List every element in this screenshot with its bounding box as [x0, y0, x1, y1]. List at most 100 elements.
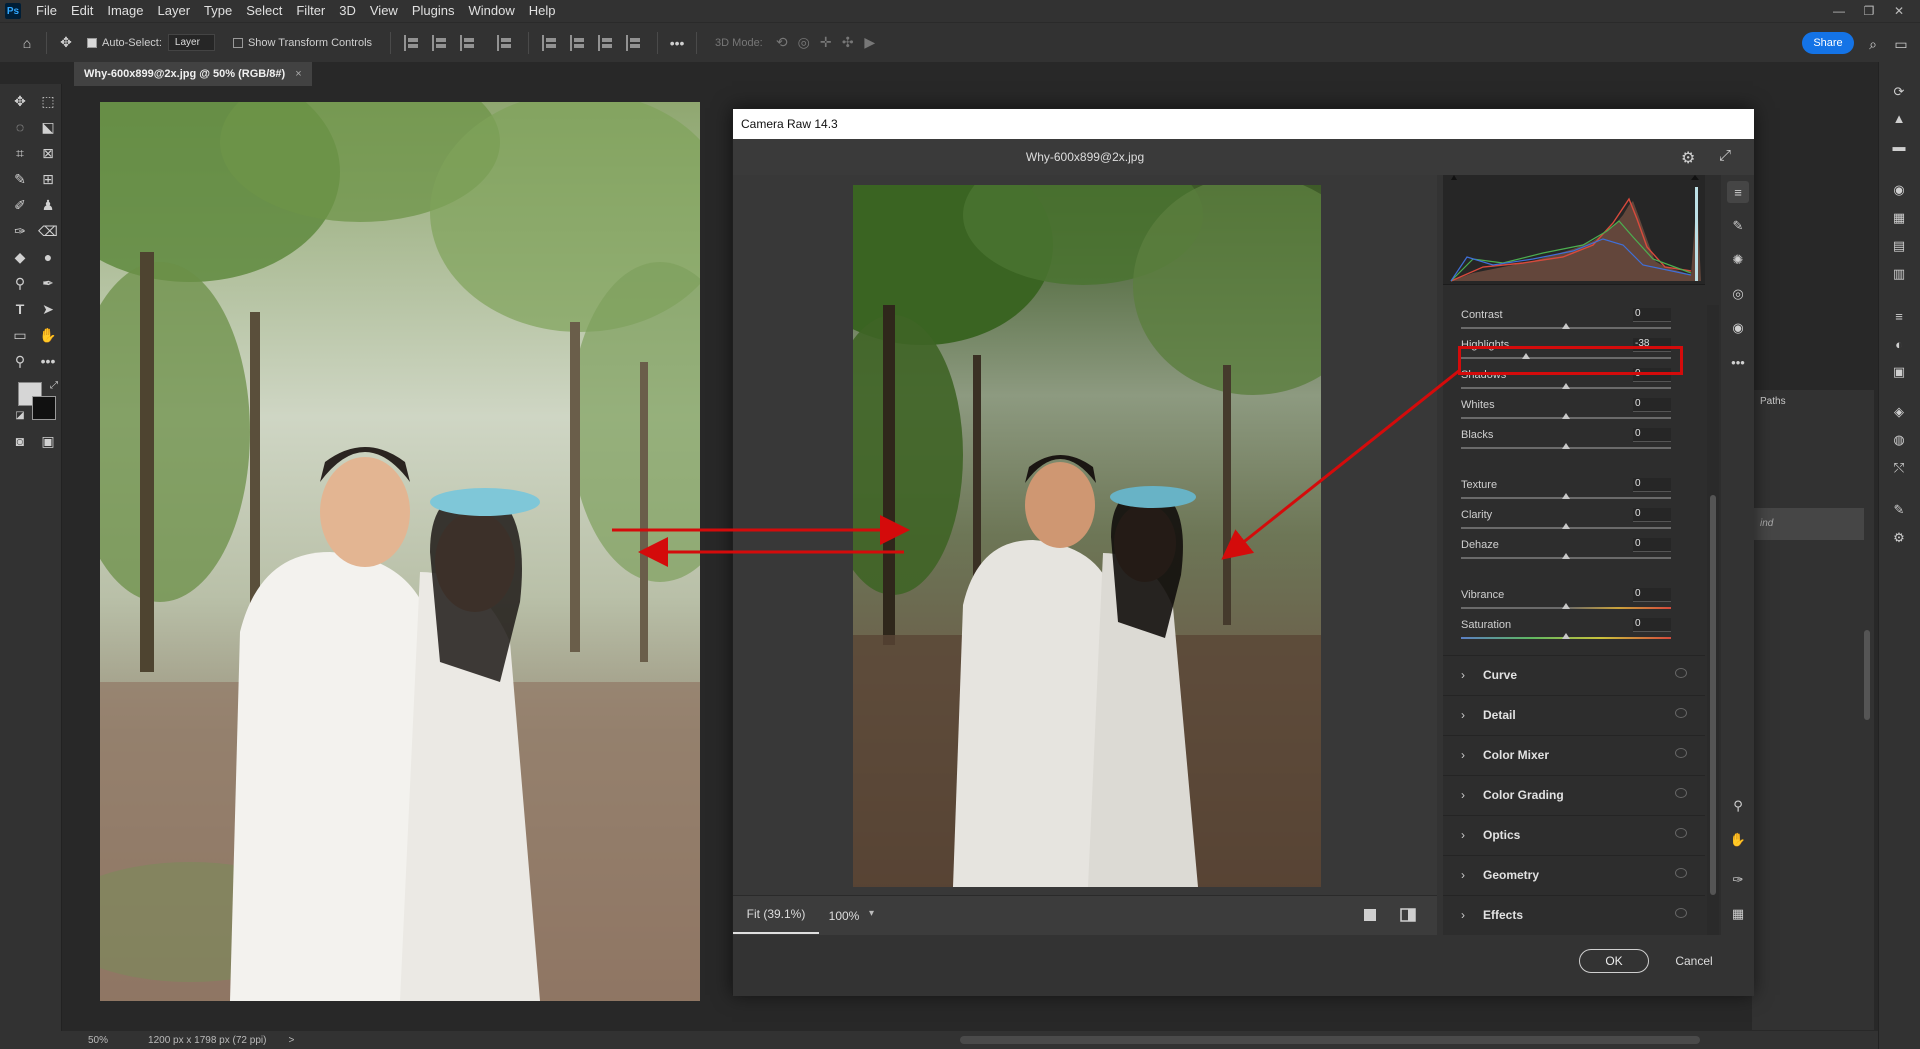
- quick-mask-icon[interactable]: ◙: [8, 430, 32, 452]
- preview-area[interactable]: [733, 175, 1437, 895]
- slider-thumb[interactable]: [1562, 633, 1570, 639]
- grid-overlay-icon[interactable]: ▦: [1727, 903, 1749, 925]
- swatches-icon[interactable]: ▤: [1889, 236, 1909, 256]
- zoom-icon[interactable]: ⚲: [1727, 795, 1749, 817]
- minimize-icon[interactable]: —: [1824, 4, 1854, 18]
- healing-tool-icon[interactable]: ⊞: [36, 168, 60, 190]
- dehaze-slider[interactable]: Dehaze 0: [1443, 537, 1705, 567]
- restore-icon[interactable]: ❐: [1854, 4, 1884, 18]
- eye-icon[interactable]: [1675, 828, 1687, 838]
- saturation-slider[interactable]: Saturation 0: [1443, 617, 1705, 647]
- before-after-icon[interactable]: [1399, 906, 1417, 924]
- preview-photo[interactable]: [853, 185, 1321, 887]
- panel-scrollbar[interactable]: [1864, 630, 1870, 720]
- show-transform-checkbox[interactable]: Show Transform Controls: [232, 37, 372, 49]
- eye-icon[interactable]: [1675, 708, 1687, 718]
- slider-thumb[interactable]: [1562, 383, 1570, 389]
- menu-select[interactable]: Select: [239, 0, 289, 22]
- libraries-icon[interactable]: ▥: [1889, 264, 1909, 284]
- share-button[interactable]: Share: [1802, 32, 1854, 54]
- scrollbar-thumb[interactable]: [1710, 495, 1716, 895]
- move-tool-icon[interactable]: ✥: [55, 32, 77, 54]
- orbit-3d-icon[interactable]: ⟲: [771, 32, 793, 54]
- slider-thumb[interactable]: [1562, 523, 1570, 529]
- fullscreen-icon[interactable]: ⤢: [1719, 147, 1731, 164]
- horizontal-scrollbar[interactable]: [960, 1036, 1700, 1044]
- background-color-swatch[interactable]: [32, 396, 56, 420]
- align-top-icon[interactable]: [542, 34, 560, 51]
- document-photo[interactable]: [100, 102, 700, 1001]
- status-chevron-icon[interactable]: >: [288, 1035, 294, 1046]
- panel-scrollbar[interactable]: [1707, 305, 1719, 935]
- brush-settings-icon[interactable]: ✎: [1889, 500, 1909, 520]
- slider-thumb[interactable]: [1562, 413, 1570, 419]
- section-geometry[interactable]: › Geometry: [1443, 855, 1705, 893]
- slider-thumb[interactable]: [1562, 553, 1570, 559]
- zoom-100-button[interactable]: 100%: [823, 896, 865, 936]
- slider-value-input[interactable]: 0: [1633, 618, 1671, 632]
- auto-select-checkbox[interactable]: Auto-Select:: [87, 37, 162, 49]
- zoom-dropdown-icon[interactable]: ▾: [869, 908, 874, 919]
- align-center-icon[interactable]: [432, 34, 450, 51]
- crop-rotate-icon[interactable]: ✎: [1727, 215, 1749, 237]
- paint-bucket-icon[interactable]: ◆: [8, 246, 32, 268]
- slider-value-input[interactable]: 0: [1633, 478, 1671, 492]
- eye-icon[interactable]: [1675, 788, 1687, 798]
- marquee-tool-icon[interactable]: ⬚: [36, 90, 60, 112]
- eyedropper-tool-icon[interactable]: ✎: [8, 168, 32, 190]
- color-sampler-icon[interactable]: ✑: [1727, 869, 1749, 891]
- close-icon[interactable]: ✕: [1884, 4, 1914, 18]
- hand-tool-icon[interactable]: ✋: [36, 324, 60, 346]
- menu-plugins[interactable]: Plugins: [405, 0, 462, 22]
- screen-mode-icon[interactable]: ▣: [36, 430, 60, 452]
- contrast-slider[interactable]: Contrast 0: [1443, 307, 1705, 337]
- whites-slider[interactable]: Whites 0: [1443, 397, 1705, 427]
- slider-thumb[interactable]: [1562, 493, 1570, 499]
- hand-icon[interactable]: ✋: [1727, 829, 1749, 851]
- slider-value-input[interactable]: 0: [1633, 538, 1671, 552]
- menu-3d[interactable]: 3D: [332, 0, 363, 22]
- rectangle-tool-icon[interactable]: ▭: [8, 324, 32, 346]
- more-icon[interactable]: •••: [666, 32, 688, 54]
- distribute-icon[interactable]: [497, 34, 515, 51]
- blur-tool-icon[interactable]: ●: [36, 246, 60, 268]
- zoom-fit-button[interactable]: Fit (39.1%): [733, 896, 819, 934]
- section-effects[interactable]: › Effects: [1443, 895, 1705, 933]
- align-left-icon[interactable]: [404, 34, 422, 51]
- more-options-icon[interactable]: •••: [1727, 351, 1749, 373]
- slide-3d-icon[interactable]: ✣: [837, 32, 859, 54]
- lasso-tool-icon[interactable]: ◌: [8, 116, 32, 138]
- comments-icon[interactable]: ▬: [1889, 136, 1909, 156]
- eye-icon[interactable]: [1675, 748, 1687, 758]
- section-detail[interactable]: › Detail: [1443, 695, 1705, 733]
- camera-3d-icon[interactable]: ▶: [859, 32, 881, 54]
- styles-icon[interactable]: ▣: [1889, 362, 1909, 382]
- workspace-icon[interactable]: ▭: [1890, 33, 1912, 55]
- menu-window[interactable]: Window: [461, 0, 521, 22]
- actions-icon[interactable]: ▲: [1889, 108, 1909, 128]
- roll-3d-icon[interactable]: ◎: [793, 32, 815, 54]
- red-eye-icon[interactable]: ◉: [1727, 317, 1749, 339]
- home-icon[interactable]: ⌂: [16, 32, 38, 54]
- distribute-vertical-icon[interactable]: [626, 34, 644, 51]
- crop-tool-icon[interactable]: ⌗: [8, 142, 32, 164]
- paths-tab[interactable]: Paths: [1760, 396, 1786, 407]
- ok-button[interactable]: OK: [1579, 949, 1649, 973]
- align-right-icon[interactable]: [460, 34, 478, 51]
- pen-tool-icon[interactable]: ✒: [36, 272, 60, 294]
- frame-tool-icon[interactable]: ⊠: [36, 142, 60, 164]
- pan-3d-icon[interactable]: ✛: [815, 32, 837, 54]
- vibrance-slider[interactable]: Vibrance 0: [1443, 587, 1705, 617]
- default-colors-icon[interactable]: ◪: [8, 404, 32, 426]
- stamp-tool-icon[interactable]: ♟: [36, 194, 60, 216]
- menu-filter[interactable]: Filter: [289, 0, 332, 22]
- dodge-tool-icon[interactable]: ⚲: [8, 272, 32, 294]
- move-tool-icon[interactable]: ✥: [8, 90, 32, 112]
- object-select-tool-icon[interactable]: ⬕: [36, 116, 60, 138]
- section-optics[interactable]: › Optics: [1443, 815, 1705, 853]
- document-tab[interactable]: Why-600x899@2x.jpg @ 50% (RGB/8#) ×: [74, 62, 312, 86]
- paths-icon[interactable]: ⤲: [1889, 458, 1909, 478]
- cancel-button[interactable]: Cancel: [1663, 949, 1725, 973]
- layer-row[interactable]: ind: [1752, 508, 1864, 540]
- single-view-icon[interactable]: [1361, 906, 1379, 924]
